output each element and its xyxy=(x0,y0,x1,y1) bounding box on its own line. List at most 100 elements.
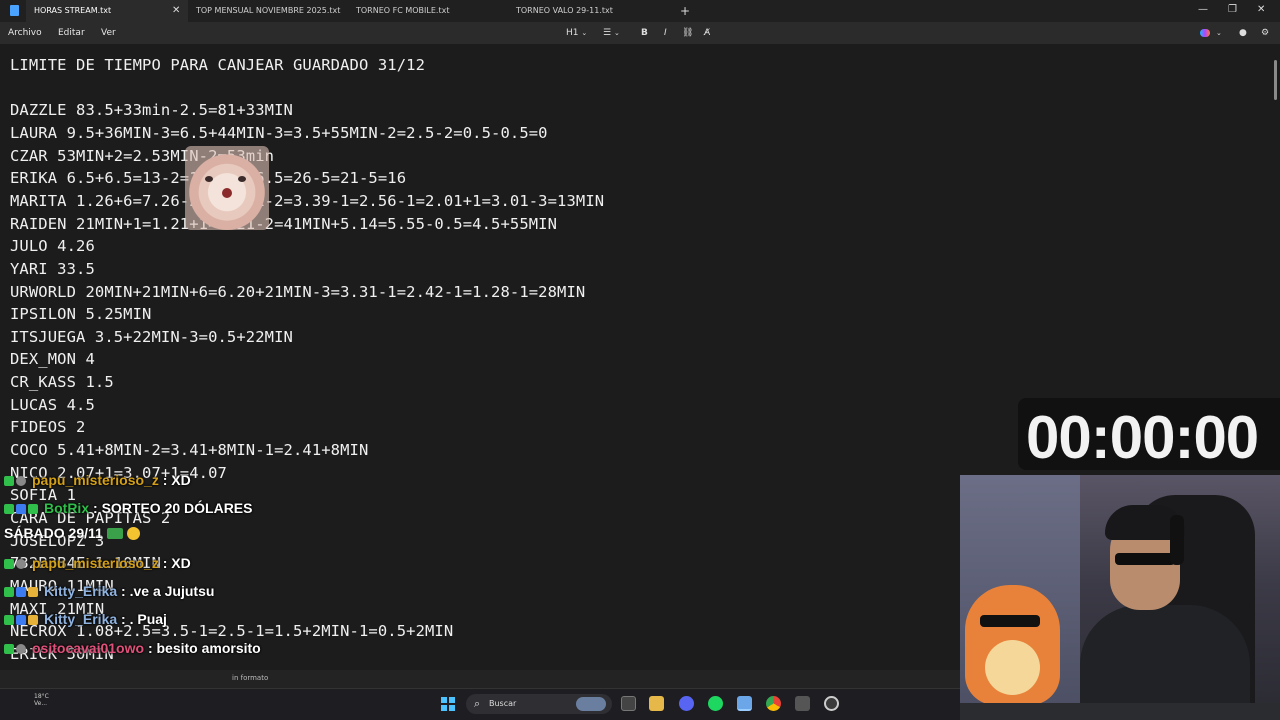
account-icon[interactable]: ● xyxy=(1239,22,1247,44)
money-face-icon xyxy=(126,527,140,540)
chat-badge-icon xyxy=(16,504,26,514)
file-explorer-icon[interactable] xyxy=(649,696,664,711)
editor-line: ITSJUEGA 3.5+22MIN-3=0.5+22MIN xyxy=(10,327,293,346)
menu-edit[interactable]: Editar xyxy=(58,22,85,44)
menu-file[interactable]: Archivo xyxy=(8,22,42,44)
chat-username: Kitty_Erika xyxy=(44,611,118,627)
chat-badge-icon xyxy=(16,587,26,597)
chat-badge-icon xyxy=(4,476,14,486)
chat-badge-icon xyxy=(4,587,14,597)
task-view-icon[interactable] xyxy=(621,696,636,711)
tab-label: TORNEO FC MOBILE.txt xyxy=(356,6,450,15)
chat-badge-icon xyxy=(16,644,26,654)
weather-temp: 18°C xyxy=(34,693,49,700)
editor-line: DAZZLE 83.5+33min-2.5=81+33MIN xyxy=(10,101,293,120)
chat-badge-icon xyxy=(4,504,14,514)
menu-view[interactable]: Ver xyxy=(101,22,116,44)
chat-badge-icon xyxy=(16,615,26,625)
status-format-text: in formato xyxy=(232,674,269,682)
weather-widget[interactable]: 18°C Ve... xyxy=(34,693,49,707)
tab-label: TOP MENSUAL NOVIEMBRE 2025.txt xyxy=(196,6,341,15)
menu-bar: Archivo Editar Ver H1 ⌄ ☰ ⌄ B I ⛓ A̸ ⌄ ●… xyxy=(0,22,1280,44)
obs-icon[interactable] xyxy=(824,696,839,711)
chat-text: : besito amorsito xyxy=(147,640,261,656)
sorteo-date-banner: SÁBADO 29/11 xyxy=(4,525,140,541)
chat-message: Kitty_Erika : . Puaj xyxy=(4,611,167,629)
chat-message: Kitty_Erika : .ve a Jujutsu xyxy=(4,583,214,601)
stream-timer: 00:00:00 xyxy=(1026,404,1259,471)
tab-torneo-valo[interactable]: TORNEO VALO 29-11.txt xyxy=(508,0,668,22)
chat-message: ositocavai01owo : besito amorsito xyxy=(4,640,261,658)
link-button[interactable]: ⛓ xyxy=(682,22,693,44)
calculator-icon[interactable] xyxy=(795,696,810,711)
chat-text: : .ve a Jujutsu xyxy=(121,583,215,599)
list-dropdown[interactable]: ☰ ⌄ xyxy=(603,22,620,44)
editor-line: COCO 5.41+8MIN-2=3.41+8MIN-1=2.41+8MIN xyxy=(10,441,369,460)
chat-badge-icon xyxy=(4,644,14,654)
start-windows-icon[interactable] xyxy=(441,697,455,711)
editor-line: MARITA 1.26+6=7.26-2=5.26-1-2=3.39-1=2.5… xyxy=(10,191,605,210)
editor-line: FIDEOS 2 xyxy=(10,418,86,437)
editor-line: DEX_MON 4 xyxy=(10,350,95,369)
copilot-icon[interactable] xyxy=(1200,29,1210,37)
tab-top-mensual[interactable]: TOP MENSUAL NOVIEMBRE 2025.txt xyxy=(188,0,348,22)
title-bar: HORAS STREAM.txt ✕ TOP MENSUAL NOVIEMBRE… xyxy=(0,0,1280,22)
editor-line: LUCAS 4.5 xyxy=(10,395,95,414)
chat-badge-icon xyxy=(28,615,38,625)
chevron-down-icon[interactable]: ⌄ xyxy=(1216,22,1222,44)
notepad-app-icon xyxy=(10,5,19,16)
chat-badge-icon xyxy=(28,587,38,597)
chat-username: Kitty_Erika xyxy=(44,583,118,599)
chat-username: ositocavai01owo xyxy=(32,640,145,656)
new-tab-button[interactable]: + xyxy=(680,0,690,22)
chat-text: : XD xyxy=(162,472,191,488)
minimize-button[interactable]: — xyxy=(1198,0,1208,20)
clear-format-button[interactable]: A̸ xyxy=(704,22,710,44)
chat-username: papu_misterioso_z xyxy=(32,472,159,488)
editor-line: CR_KASS 1.5 xyxy=(10,373,114,392)
cat-eye xyxy=(205,176,213,182)
editor-line: IPSILON 5.25MIN xyxy=(10,305,152,324)
webcam-plush-belly xyxy=(985,640,1040,695)
tab-horas-stream[interactable]: HORAS STREAM.txt xyxy=(26,0,188,22)
webcam-sunglasses xyxy=(1115,553,1175,565)
webcam-feed xyxy=(960,475,1280,720)
chat-text: : SORTEO 20 DÓLARES xyxy=(93,500,253,516)
list-icon: ☰ xyxy=(603,28,612,38)
tab-label: TORNEO VALO 29-11.txt xyxy=(516,6,613,15)
chat-message: papu_misterioso_z : XD xyxy=(4,555,191,573)
editor-line: URWORLD 20MIN+21MIN+6=6.20+21MIN-3=3.31-… xyxy=(10,282,586,301)
sorteo-date-text: SÁBADO 29/11 xyxy=(4,525,103,541)
chat-message: papu_misterioso_z : XD xyxy=(4,472,191,490)
editor-line: YARI 33.5 xyxy=(10,259,95,278)
editor-line: LIMITE DE TIEMPO PARA CANJEAR GUARDADO 3… xyxy=(10,56,425,74)
heading-label: H1 xyxy=(566,28,579,38)
bold-button[interactable]: B xyxy=(641,22,648,44)
chat-badge-icon xyxy=(4,559,14,569)
webcam-plush-sunglasses xyxy=(980,615,1040,627)
discord-icon[interactable] xyxy=(679,696,694,711)
chevron-down-icon: ⌄ xyxy=(581,29,588,37)
chevron-down-icon: ⌄ xyxy=(613,29,620,37)
close-window-button[interactable]: ✕ xyxy=(1257,0,1265,20)
notepad-taskbar-icon[interactable] xyxy=(737,696,752,711)
chat-username: BotRix xyxy=(44,500,90,516)
heading-dropdown[interactable]: H1 ⌄ xyxy=(566,22,587,44)
settings-gear-icon[interactable]: ⚙ xyxy=(1261,22,1269,44)
chrome-icon[interactable] xyxy=(766,696,781,711)
chat-text: : . Puaj xyxy=(121,611,167,627)
search-highlight-icon xyxy=(576,697,606,711)
weather-desc: Ve... xyxy=(34,700,48,707)
scrollbar-thumb[interactable] xyxy=(1274,60,1277,100)
maximize-button[interactable]: ❐ xyxy=(1228,0,1237,20)
italic-button[interactable]: I xyxy=(664,22,667,44)
cat-mouth xyxy=(222,188,232,198)
webcam-headset xyxy=(1170,515,1184,565)
tab-close-icon[interactable]: ✕ xyxy=(172,0,180,22)
chat-username: papu_misterioso_z xyxy=(32,555,159,571)
tab-torneo-fc[interactable]: TORNEO FC MOBILE.txt xyxy=(348,0,508,22)
editor-line: LAURA 9.5+36MIN-3=6.5+44MIN-3=3.5+55MIN-… xyxy=(10,123,548,142)
money-icon xyxy=(106,528,123,539)
spotify-icon[interactable] xyxy=(708,696,723,711)
chat-badge-icon xyxy=(16,559,26,569)
